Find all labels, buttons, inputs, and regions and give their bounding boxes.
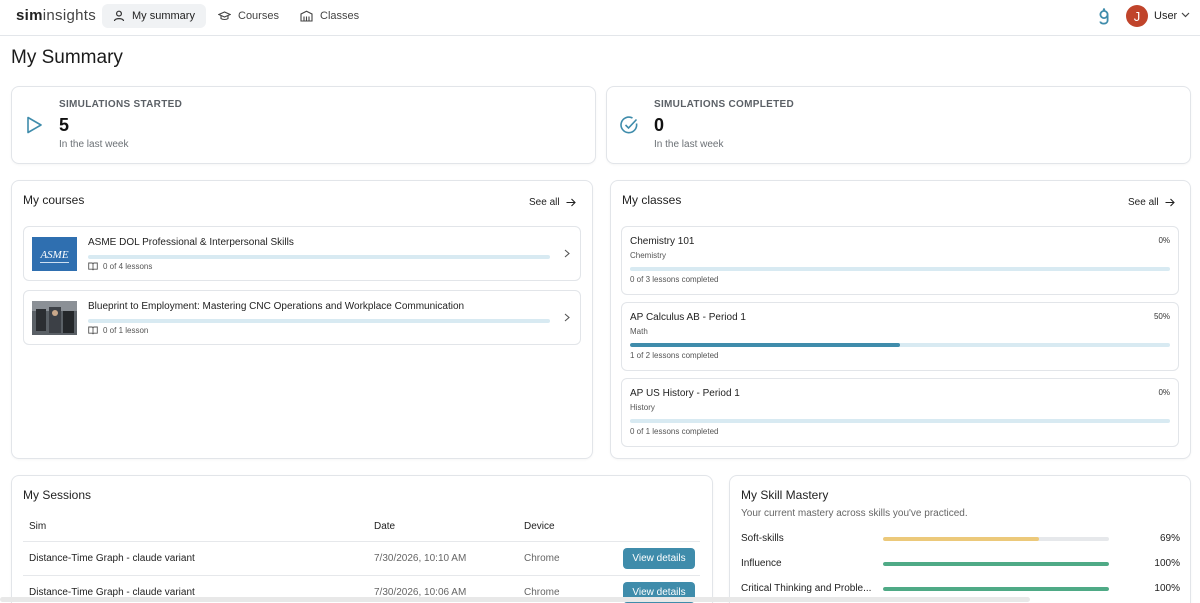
card-title: My Sessions (23, 488, 92, 502)
class-subject: Chemistry (630, 251, 667, 260)
skill-progress-bar (883, 562, 1109, 566)
stat-subtext: In the last week (654, 139, 724, 150)
class-name: Chemistry 101 (630, 236, 695, 247)
card-subtitle: Your current mastery across skills you'v… (741, 508, 968, 519)
course-item[interactable]: ASME ASME DOL Professional & Interperson… (23, 226, 581, 281)
skill-progress-fill (883, 562, 1109, 566)
see-all-courses-link[interactable]: See all (529, 197, 576, 208)
skill-mastery-card: My Skill Mastery Your current mastery ac… (729, 475, 1191, 603)
my-sessions-card: My Sessions Sim Date Device Distance-Tim… (11, 475, 713, 603)
skill-progress-fill (883, 587, 1109, 591)
course-title: Blueprint to Employment: Mastering CNC O… (88, 301, 465, 312)
graduation-cap-icon (218, 11, 231, 21)
class-percent: 50% (1153, 312, 1170, 321)
skill-name: Soft-skills (741, 533, 784, 544)
column-header-device: Device (524, 521, 555, 532)
page-title: My Summary (11, 47, 123, 68)
skill-percent: 69% (1159, 533, 1180, 544)
card-title: My Skill Mastery (741, 488, 829, 502)
class-subject: History (630, 403, 655, 412)
session-sim: Distance-Time Graph - claude variant (29, 553, 195, 564)
class-name: AP Calculus AB - Period 1 (630, 312, 746, 323)
class-percent: 0% (1158, 236, 1170, 245)
stat-label: SIMULATIONS COMPLETED (654, 99, 795, 110)
top-navigation-bar: siminsights My summary Courses Classes J… (0, 0, 1200, 36)
course-lessons-label: 0 of 1 lesson (103, 326, 149, 335)
stat-value: 5 (59, 115, 70, 135)
my-courses-card: My courses See all ASME ASME DOL Profess… (11, 180, 593, 459)
chevron-right-icon (564, 249, 570, 258)
class-progress-bar (630, 267, 1170, 271)
column-header-sim: Sim (29, 521, 47, 532)
nav-tab-courses[interactable]: Courses (207, 4, 290, 28)
course-lessons: 0 of 4 lessons (88, 262, 152, 271)
course-title: ASME DOL Professional & Interpersonal Sk… (88, 237, 294, 248)
see-all-label: See all (1128, 197, 1159, 208)
class-completed: 1 of 2 lessons completed (630, 351, 719, 360)
stat-subtext: In the last week (59, 139, 129, 150)
stat-label: SIMULATIONS STARTED (59, 99, 183, 110)
skill-name: Influence (741, 558, 782, 569)
play-icon (27, 116, 42, 134)
user-name[interactable]: User (1154, 10, 1177, 22)
table-divider (23, 541, 700, 542)
class-progress-bar (630, 419, 1170, 423)
class-percent: 0% (1158, 388, 1170, 397)
skill-name: Critical Thinking and Proble... (741, 583, 871, 594)
course-lessons: 0 of 1 lesson (88, 326, 148, 335)
check-circle-icon (620, 116, 638, 134)
book-icon (88, 262, 98, 271)
class-item[interactable]: AP US History - Period 1 History 0% 0 of… (621, 378, 1179, 447)
user-icon (113, 10, 125, 22)
siminsights-logo[interactable]: siminsights (16, 7, 96, 24)
chevron-right-icon (564, 313, 570, 322)
course-thumbnail (32, 301, 77, 335)
g-brand-icon[interactable] (1097, 8, 1111, 26)
course-thumbnail: ASME (32, 237, 77, 271)
session-device: Chrome (524, 553, 560, 564)
course-item[interactable]: Blueprint to Employment: Mastering CNC O… (23, 290, 581, 345)
nav-tab-label: Courses (238, 10, 279, 22)
class-progress-fill (630, 343, 900, 347)
skill-progress-bar (883, 537, 1109, 541)
class-subject: Math (630, 327, 648, 336)
simulations-completed-card: SIMULATIONS COMPLETED 0 In the last week (606, 86, 1191, 164)
class-completed: 0 of 3 lessons completed (630, 275, 719, 284)
class-completed: 0 of 1 lessons completed (630, 427, 719, 436)
course-lessons-label: 0 of 4 lessons (103, 262, 153, 271)
building-icon (300, 10, 313, 22)
book-icon (88, 326, 98, 335)
nav-tab-label: Classes (320, 10, 360, 22)
skill-percent: 100% (1154, 558, 1180, 569)
class-item[interactable]: Chemistry 101 Chemistry 0% 0 of 3 lesson… (621, 226, 1179, 295)
my-classes-card: My classes See all Chemistry 101 Chemist… (610, 180, 1191, 459)
card-title: My courses (23, 193, 85, 207)
chevron-down-icon[interactable] (1181, 12, 1190, 18)
skill-percent: 100% (1154, 583, 1180, 594)
column-header-date: Date (374, 521, 396, 532)
class-progress-bar (630, 343, 1170, 347)
nav-tab-label: My summary (132, 10, 195, 22)
skill-progress-fill (883, 537, 1039, 541)
user-avatar[interactable]: J (1126, 5, 1148, 27)
simulations-started-card: SIMULATIONS STARTED 5 In the last week (11, 86, 596, 164)
nav-tab-my-summary[interactable]: My summary (102, 4, 206, 28)
course-progress-bar (88, 255, 550, 259)
nav-tab-classes[interactable]: Classes (289, 4, 370, 28)
horizontal-scrollbar[interactable] (0, 597, 1030, 602)
arrow-right-icon (1165, 198, 1175, 207)
see-all-classes-link[interactable]: See all (1128, 197, 1175, 208)
see-all-label: See all (529, 197, 560, 208)
skill-progress-bar (883, 587, 1109, 591)
view-details-button[interactable]: View details (623, 548, 695, 569)
table-divider (23, 575, 700, 576)
card-title: My classes (622, 193, 682, 207)
session-date: 7/30/2026, 10:10 AM (374, 553, 467, 564)
stat-value: 0 (654, 115, 665, 135)
class-item[interactable]: AP Calculus AB - Period 1 Math 50% 1 of … (621, 302, 1179, 371)
course-progress-bar (88, 319, 550, 323)
svg-text:ASME: ASME (39, 249, 68, 261)
class-name: AP US History - Period 1 (630, 388, 740, 399)
arrow-right-icon (566, 198, 576, 207)
